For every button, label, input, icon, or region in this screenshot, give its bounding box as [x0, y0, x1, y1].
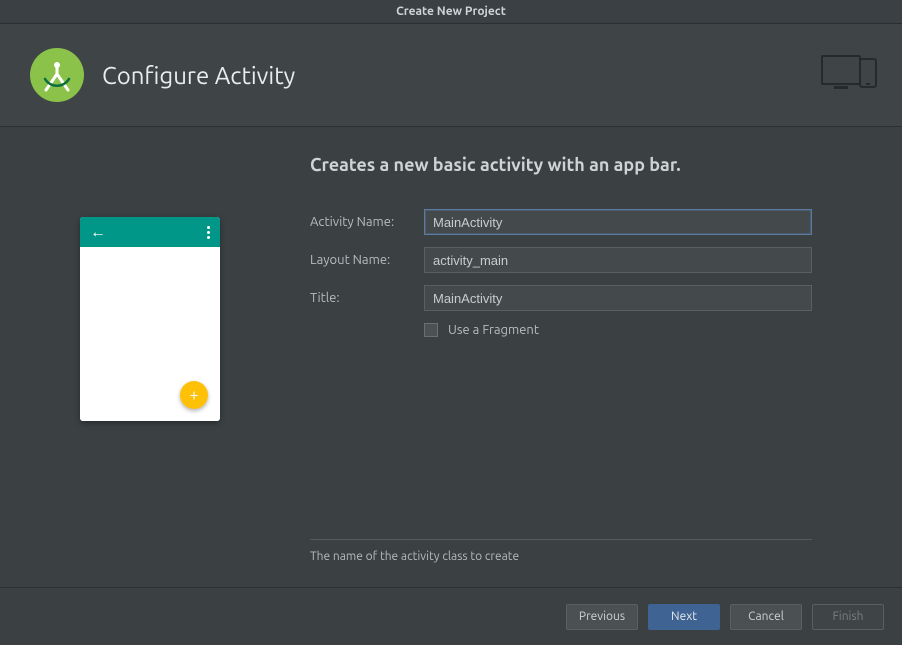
- wizard-footer: Previous Next Cancel Finish: [0, 587, 902, 645]
- row-title: Title:: [310, 285, 812, 311]
- label-use-fragment: Use a Fragment: [448, 323, 539, 337]
- next-button[interactable]: Next: [648, 604, 720, 630]
- content-area: ← + Creates a new basic activity with an…: [0, 127, 902, 587]
- window: Create New Project Configure Activity ←: [0, 0, 902, 645]
- finish-button: Finish: [812, 604, 884, 630]
- row-activity-name: Activity Name:: [310, 209, 812, 235]
- overflow-menu-icon: [207, 226, 210, 239]
- row-use-fragment: Use a Fragment: [310, 323, 812, 337]
- form-heading: Creates a new basic activity with an app…: [310, 155, 812, 175]
- previous-button[interactable]: Previous: [566, 604, 638, 630]
- hint-text: The name of the activity class to create: [310, 550, 812, 563]
- activity-name-input[interactable]: [424, 209, 812, 235]
- android-studio-logo-icon: [30, 48, 84, 102]
- plus-icon: +: [189, 387, 198, 403]
- wizard-title: Configure Activity: [102, 62, 295, 89]
- title-input[interactable]: [424, 285, 812, 311]
- use-fragment-checkbox[interactable]: [424, 323, 438, 337]
- row-layout-name: Layout Name:: [310, 247, 812, 273]
- label-activity-name: Activity Name:: [310, 215, 424, 229]
- preview-body: +: [80, 247, 220, 421]
- cancel-button[interactable]: Cancel: [730, 604, 802, 630]
- hint-section: The name of the activity class to create: [310, 539, 812, 563]
- device-icon: [820, 52, 880, 98]
- layout-name-input[interactable]: [424, 247, 812, 273]
- phone-preview: ← +: [80, 217, 220, 421]
- label-layout-name: Layout Name:: [310, 253, 424, 267]
- back-arrow-icon: ←: [90, 224, 106, 240]
- form-panel: Creates a new basic activity with an app…: [300, 127, 902, 587]
- titlebar[interactable]: Create New Project: [0, 0, 902, 24]
- template-preview: ← +: [0, 127, 300, 587]
- window-title: Create New Project: [396, 5, 506, 18]
- preview-appbar: ←: [80, 217, 220, 247]
- wizard-header: Configure Activity: [0, 24, 902, 127]
- fab-icon: +: [180, 381, 208, 409]
- label-title: Title:: [310, 291, 424, 305]
